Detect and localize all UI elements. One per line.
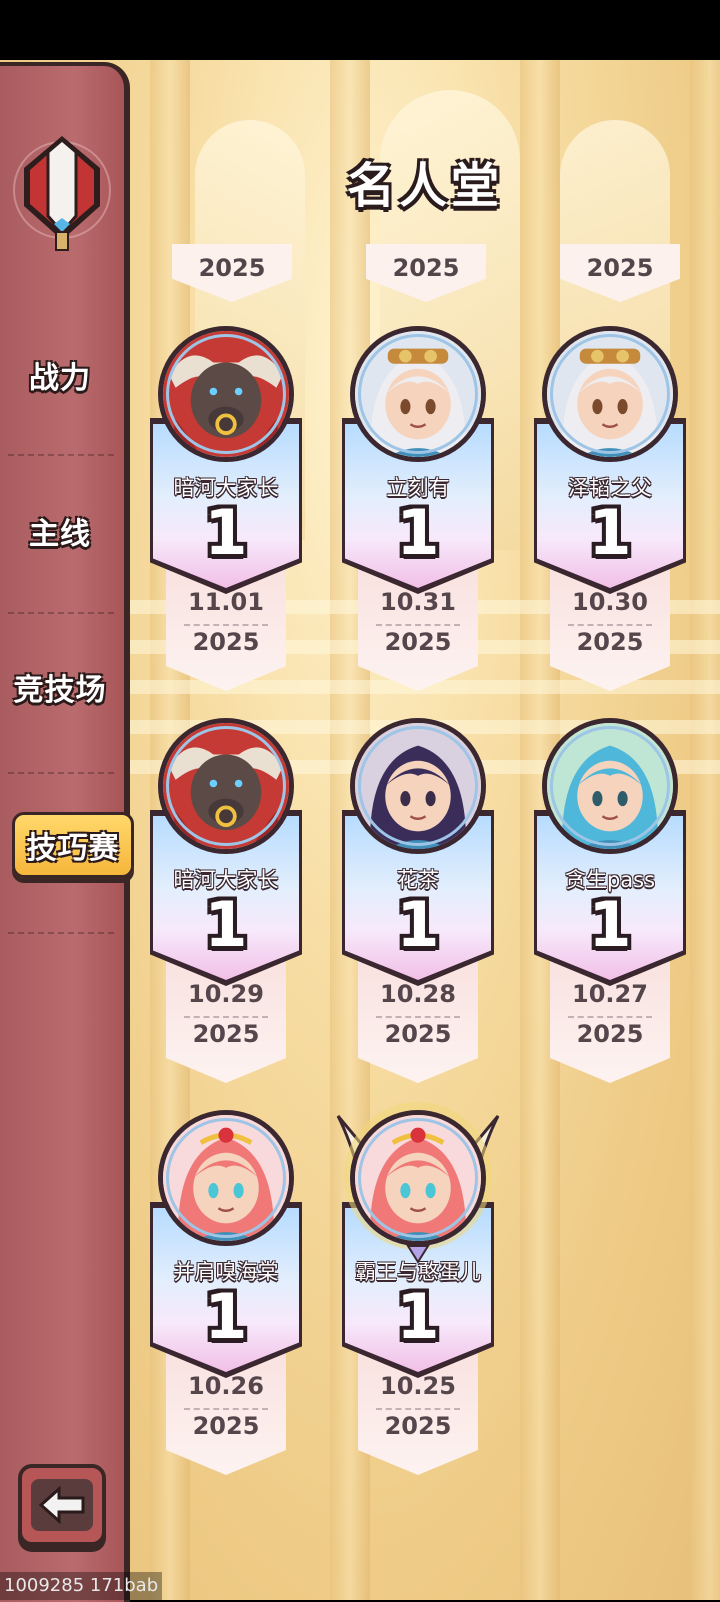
player-avatar[interactable] <box>542 718 678 854</box>
rank-number: 1 <box>396 1280 440 1353</box>
hall-of-fame-card[interactable]: 11.01 2025 暗河大家长 1 <box>146 326 306 706</box>
rank-number: 1 <box>204 496 248 569</box>
rank-number: 1 <box>396 888 440 961</box>
sword-shield-emblem-icon <box>13 136 111 251</box>
player-avatar[interactable] <box>350 326 486 462</box>
hall-of-fame-card[interactable]: 10.26 2025 并肩嗅海棠 1 <box>146 1110 306 1490</box>
player-avatar[interactable] <box>350 1110 486 1246</box>
player-avatar[interactable] <box>158 1110 294 1246</box>
year-label: 2025 <box>576 628 644 656</box>
sidebar-item-arena[interactable]: 竞技场 <box>0 612 120 762</box>
player-avatar[interactable] <box>542 326 678 462</box>
player-avatar[interactable] <box>350 718 486 854</box>
sidebar-item-skill-contest[interactable]: 技巧赛 <box>12 812 134 878</box>
hall-of-fame-card[interactable]: 10.30 2025 泽韬之父 1 <box>530 326 690 706</box>
player-avatar[interactable] <box>158 718 294 854</box>
rank-number: 1 <box>396 496 440 569</box>
sidebar-divider <box>8 932 114 934</box>
rank-number: 1 <box>204 888 248 961</box>
back-arrow-icon <box>38 1485 85 1525</box>
sidebar-divider <box>8 772 114 774</box>
year-label: 2025 <box>384 628 452 656</box>
back-button[interactable] <box>18 1464 106 1546</box>
hall-of-fame-card[interactable]: 10.27 2025 贪生pass 1 <box>530 718 690 1098</box>
page-title: 名人堂 <box>346 158 503 214</box>
year-label: 2025 <box>384 1020 452 1048</box>
status-bar <box>0 0 720 60</box>
year-label: 2025 <box>384 1412 452 1440</box>
year-label: 2025 <box>192 628 260 656</box>
hall-of-fame-card[interactable]: 10.31 2025 立刻有 1 <box>338 326 498 706</box>
sidebar-item-mainline[interactable]: 主线 <box>0 456 120 606</box>
rank-number: 1 <box>588 496 632 569</box>
build-id-label: 1009285 171bab <box>0 1572 163 1600</box>
year-label: 2025 <box>192 1412 260 1440</box>
year-label: 2025 <box>576 1020 644 1048</box>
player-avatar[interactable] <box>158 326 294 462</box>
year-label: 2025 <box>192 1020 260 1048</box>
rank-number: 1 <box>204 1280 248 1353</box>
sidebar-item-power[interactable]: 战力 <box>0 300 120 450</box>
hall-of-fame-card[interactable]: 10.25 2025 霸王与憨蛋儿 1 <box>336 1102 500 1490</box>
hall-of-fame-card[interactable]: 10.29 2025 暗河大家长 1 <box>146 718 306 1098</box>
rank-number: 1 <box>588 888 632 961</box>
hall-of-fame-card[interactable]: 10.28 2025 花茶 1 <box>338 718 498 1098</box>
